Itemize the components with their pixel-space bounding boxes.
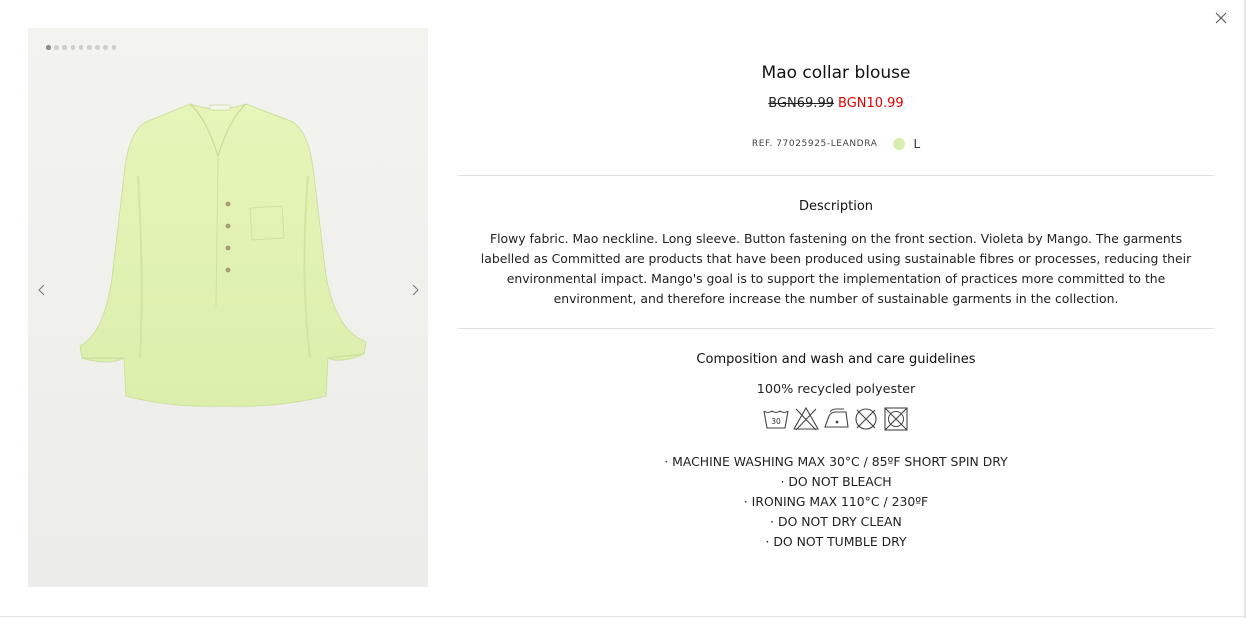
care-icons: 30: [458, 406, 1214, 432]
care-heading: Composition and wash and care guidelines: [696, 352, 976, 367]
care-instruction: · DO NOT TUMBLE DRY: [765, 534, 907, 549]
no-dry-clean-icon: [855, 408, 877, 430]
no-tumble-dry-icon: [884, 407, 908, 431]
size-label: L: [913, 137, 921, 151]
chevron-right-icon: [412, 284, 419, 296]
product-title: Mao collar blouse: [761, 63, 911, 83]
iron-low-icon: [824, 408, 849, 428]
sale-price: BGN10.99: [838, 96, 904, 111]
composition-text: 100% recycled polyester: [756, 382, 916, 397]
care-instructions: · MACHINE WASHING MAX 30°C / 85ºF SHORT …: [458, 452, 1214, 552]
gallery-dot[interactable]: [78, 45, 84, 50]
divider: [458, 175, 1214, 176]
svg-text:30: 30: [771, 417, 781, 426]
care-instruction: · DO NOT BLEACH: [780, 474, 892, 489]
no-bleach-icon: [793, 406, 819, 431]
original-price: BGN69.99: [768, 96, 834, 111]
gallery-dot[interactable]: [70, 45, 76, 50]
care-instruction: · DO NOT DRY CLEAN: [770, 514, 902, 529]
divider: [458, 328, 1214, 329]
gallery-dot[interactable]: [54, 45, 59, 50]
description-text: Flowy fabric. Mao neckline. Long sleeve.…: [480, 231, 1192, 306]
gallery-dot[interactable]: [86, 45, 92, 50]
price-row: BGN69.99 BGN10.99: [458, 96, 1214, 111]
gallery-dot[interactable]: [103, 45, 108, 50]
color-swatch: [893, 138, 906, 150]
close-icon: [1215, 12, 1227, 24]
gallery-dot[interactable]: [95, 45, 100, 50]
care-instruction: · IRONING MAX 110°C / 230ºF: [743, 494, 929, 509]
product-image: [79, 103, 367, 407]
gallery-dot[interactable]: [62, 45, 67, 50]
gallery-prev-button[interactable]: [33, 282, 49, 298]
reference-row: REF. 77025925-LEANDRA L: [458, 137, 1214, 151]
bottom-divider: [0, 616, 1246, 617]
gallery-pagination: [46, 45, 117, 50]
product-reference: REF. 77025925-LEANDRA: [751, 139, 878, 149]
chevron-left-icon: [37, 284, 44, 296]
care-instruction: · MACHINE WASHING MAX 30°C / 85ºF SHORT …: [664, 454, 1008, 469]
gallery-dot[interactable]: [46, 45, 51, 50]
wash-30-icon: 30: [763, 410, 789, 429]
close-button[interactable]: [1211, 8, 1231, 28]
product-image-gallery[interactable]: [28, 28, 428, 587]
description-heading: Description: [798, 199, 874, 214]
gallery-next-button[interactable]: [407, 282, 423, 298]
gallery-dot[interactable]: [111, 45, 117, 50]
